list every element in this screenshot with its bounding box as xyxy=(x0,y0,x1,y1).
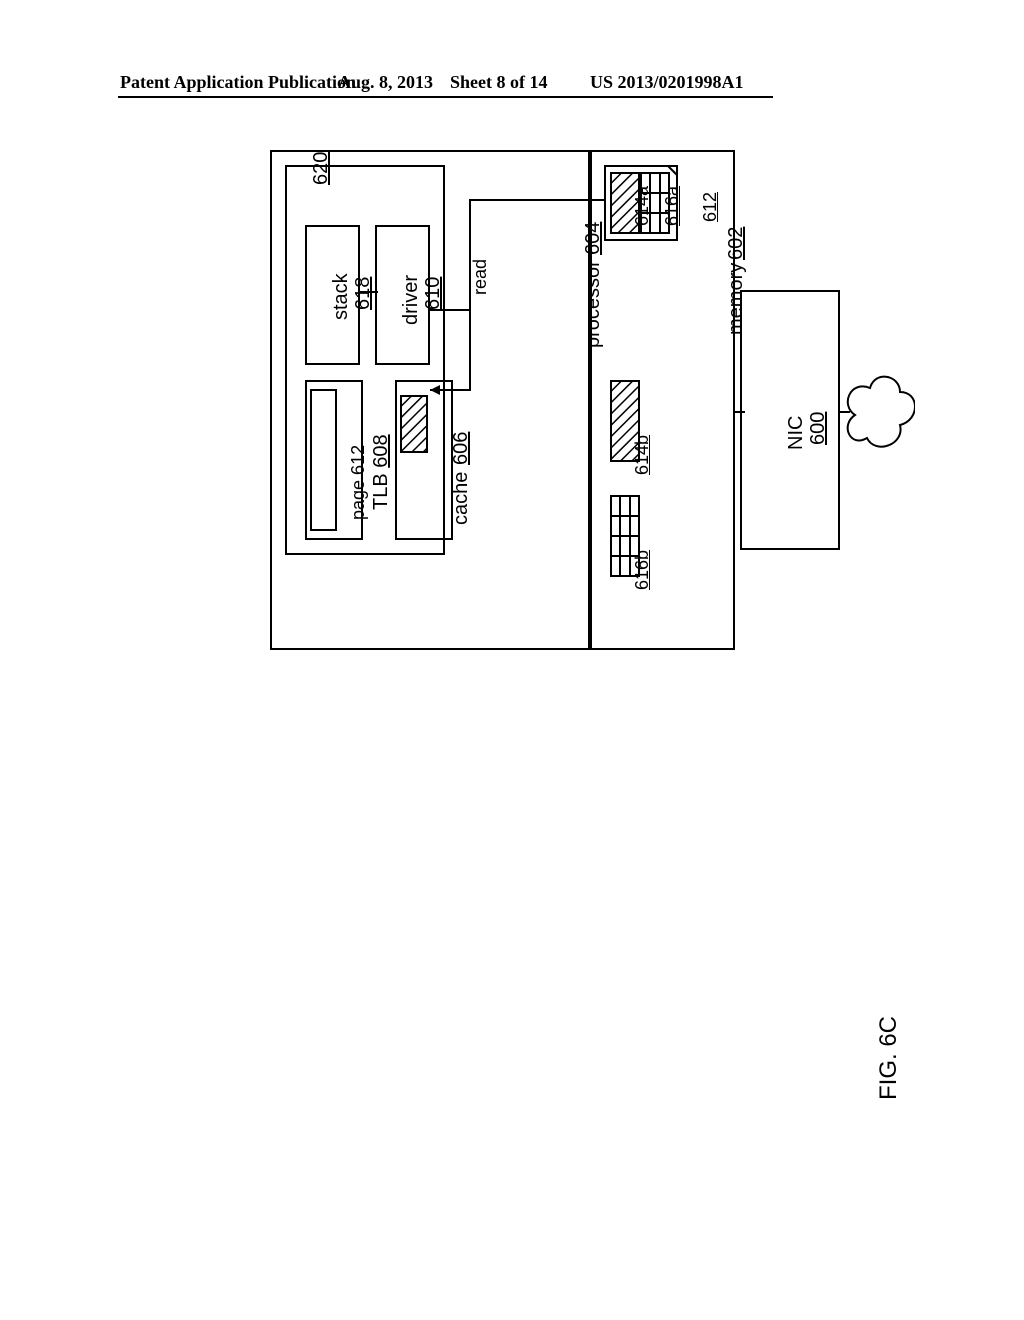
cache-label: cache xyxy=(450,472,473,525)
cloud-icon xyxy=(845,370,915,460)
cache-entry-hatched xyxy=(400,395,428,453)
context-ref: 620 xyxy=(310,152,333,185)
figure-label: FIG. 6C xyxy=(875,1016,903,1100)
cache-ref: 606 xyxy=(450,432,473,465)
nic-label: NIC xyxy=(785,416,808,450)
driver-ref: 610 xyxy=(422,277,445,310)
ref-614b: 614b xyxy=(632,435,653,475)
tlb-label: TLB 608 xyxy=(370,434,393,510)
ref-616a: 616a xyxy=(662,186,683,226)
memory-label: memory xyxy=(725,263,748,335)
nic-ref: 600 xyxy=(807,412,830,445)
ref-614a: 614a xyxy=(632,186,653,226)
ref-page-mem: 612 xyxy=(700,192,721,222)
ref-616b: 616b xyxy=(632,550,653,590)
link-memory-nic xyxy=(735,410,745,414)
driver-label: driver xyxy=(400,275,423,325)
stack-label: stack xyxy=(330,273,353,320)
memory-ref: 602 xyxy=(725,227,748,260)
diagram-stage: processor 604 620 stack 618 driver 610 T… xyxy=(0,0,1024,1320)
page-label: page 612 xyxy=(348,445,369,520)
read-label: read xyxy=(470,259,491,295)
processor-ref: 604 xyxy=(582,222,605,255)
processor-label: processor xyxy=(582,260,605,348)
stack-ref: 618 xyxy=(352,277,375,310)
link-nic-cloud xyxy=(840,410,850,414)
